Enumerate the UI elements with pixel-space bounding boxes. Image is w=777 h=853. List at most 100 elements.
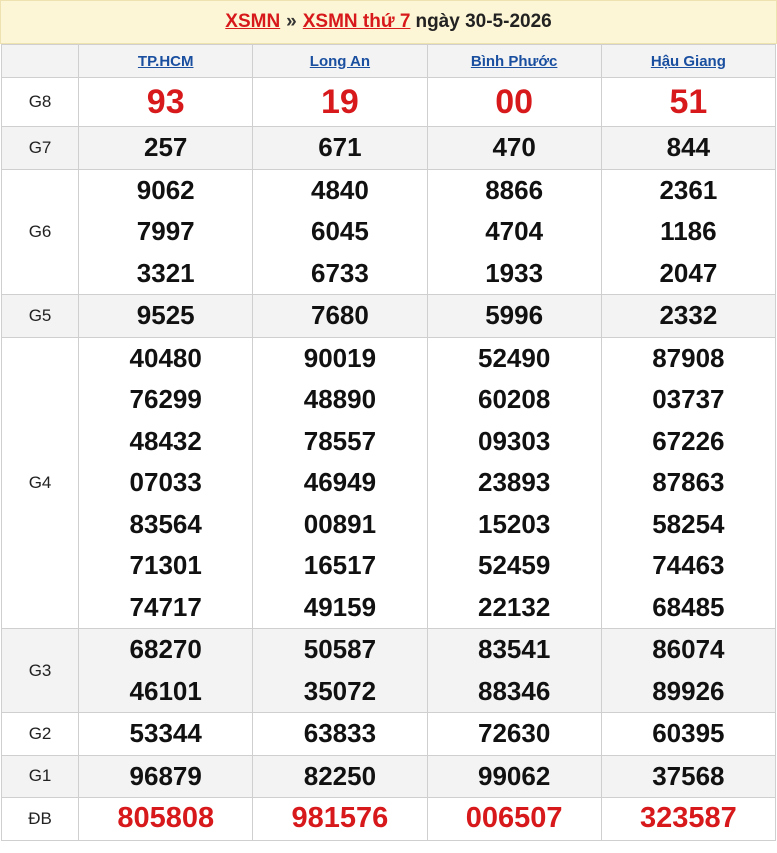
result-cell: 86074 89926 [600, 628, 777, 713]
prize-row-g8: G8 93 19 00 51 [0, 77, 777, 127]
winning-number: 9062 [136, 174, 195, 205]
winning-number: 71301 [129, 550, 202, 580]
winning-number: 52490 [477, 342, 551, 373]
winning-number: 46101 [129, 675, 202, 706]
winning-number: 07033 [129, 467, 202, 497]
result-cell: 68270 46101 [78, 628, 254, 713]
result-cell: 51 [600, 77, 777, 127]
winning-number: 9525 [136, 300, 195, 330]
province-link-long-an[interactable]: Long An [310, 53, 370, 70]
xsmn-link[interactable]: XSMN [225, 11, 280, 33]
winning-number: 72630 [477, 718, 551, 748]
winning-number: 00891 [303, 508, 377, 539]
winning-number: 46949 [303, 467, 377, 497]
result-cell: 99062 [426, 754, 602, 798]
winning-number: 00 [495, 83, 534, 121]
result-cell: 96879 [78, 754, 254, 798]
prize-label: G7 [0, 126, 80, 170]
corner-cell [0, 44, 80, 78]
winning-number: 49159 [303, 591, 377, 622]
winning-number: 96879 [129, 760, 202, 791]
winning-number: 2361 [659, 174, 718, 205]
prize-label: ĐB [0, 797, 80, 841]
winning-number: 51 [669, 83, 708, 121]
winning-number: 40480 [129, 342, 202, 373]
winning-number: 19 [321, 83, 359, 121]
winning-number: 58254 [652, 508, 725, 539]
xsmn-saturday-link[interactable]: XSMN thứ 7 [303, 11, 411, 33]
result-cell: 2332 [600, 294, 777, 338]
result-cell: 50587 35072 [252, 628, 428, 713]
prize-label: G6 [0, 168, 80, 295]
result-cell: 2361 1186 2047 [600, 168, 777, 295]
result-cell: 006507 [426, 797, 602, 841]
result-cell: 90019 48890 78557 46949 00891 16517 49159 [252, 336, 428, 629]
winning-number: 23893 [477, 467, 551, 497]
result-cell: 72630 [426, 712, 602, 756]
winning-number: 844 [666, 132, 711, 162]
result-cell: 8866 4704 1933 [426, 168, 602, 295]
winning-number: 52459 [477, 550, 551, 580]
province-cell: Hậu Giang [600, 44, 777, 78]
prize-label: G2 [0, 712, 80, 756]
result-cell: 257 [78, 126, 254, 170]
province-link-hau-giang[interactable]: Hậu Giang [651, 53, 726, 70]
prize-row-g4: G4 40480 76299 48432 07033 83564 71301 74717 900… [0, 336, 777, 629]
result-cell: 63833 [252, 712, 428, 756]
winning-number: 16517 [303, 550, 377, 580]
prize-label: G1 [0, 754, 80, 798]
result-cell: 40480 76299 48432 07033 83564 71301 74717 [78, 336, 254, 629]
result-cell: 52490 60208 09303 23893 15203 52459 22132 [426, 336, 602, 629]
winning-number: 15203 [477, 508, 551, 539]
winning-number: 257 [144, 132, 188, 162]
result-cell: 671 [252, 126, 428, 170]
province-header-row: TP.HCM Long An Bình Phước Hậu Giang [0, 44, 777, 78]
winning-number: 671 [318, 132, 362, 162]
winning-number: 83564 [129, 508, 202, 539]
winning-number: 99062 [477, 760, 551, 791]
winning-number: 60208 [477, 384, 551, 414]
draw-date: ngày 30-5-2026 [415, 11, 552, 32]
result-cell: 83541 88346 [426, 628, 602, 713]
prize-label: G5 [0, 294, 80, 338]
prize-label: G4 [0, 336, 80, 629]
winning-number: 50587 [303, 634, 377, 664]
result-cell: 00 [426, 77, 602, 127]
winning-number: 09303 [477, 425, 551, 456]
winning-number: 5996 [485, 300, 544, 330]
province-link-binh-phuoc[interactable]: Bình Phước [471, 53, 558, 70]
result-cell: 19 [252, 77, 428, 127]
prize-row-g6: G6 9062 7997 3321 4840 6045 6733 8866 4704 1933 23… [0, 168, 777, 295]
winning-number: 03737 [652, 384, 725, 414]
prize-row-g5: G5 9525 7680 5996 2332 [0, 294, 777, 338]
winning-number: 2047 [659, 257, 718, 288]
winning-number: 981576 [291, 802, 389, 834]
winning-number: 76299 [129, 384, 202, 414]
result-cell: 93 [78, 77, 254, 127]
winning-number: 470 [492, 132, 536, 162]
province-link-tphcm[interactable]: TP.HCM [138, 53, 194, 70]
result-cell: 470 [426, 126, 602, 170]
winning-number: 67226 [652, 425, 725, 456]
result-cell: 60395 [600, 712, 777, 756]
winning-number: 4840 [311, 174, 369, 205]
prize-row-g1: G1 96879 82250 99062 37568 [0, 754, 777, 798]
winning-number: 7997 [136, 216, 195, 246]
prize-row-db: ĐB 805808 981576 006507 323587 [0, 797, 777, 841]
result-cell: 844 [600, 126, 777, 170]
winning-number: 8866 [485, 174, 544, 205]
province-cell: Bình Phước [426, 44, 602, 78]
result-cell: 37568 [600, 754, 777, 798]
winning-number: 48432 [129, 425, 202, 456]
winning-number: 90019 [303, 342, 377, 373]
result-cell: 323587 [600, 797, 777, 841]
winning-number: 83541 [477, 634, 551, 664]
prize-label: G8 [0, 77, 80, 127]
winning-number: 60395 [652, 718, 725, 748]
prize-row-g2: G2 53344 63833 72630 60395 [0, 712, 777, 756]
winning-number: 88346 [477, 675, 551, 706]
winning-number: 323587 [639, 802, 737, 834]
prize-row-g7: G7 257 671 470 844 [0, 126, 777, 170]
result-cell: 4840 6045 6733 [252, 168, 428, 295]
winning-number: 3321 [136, 257, 195, 288]
